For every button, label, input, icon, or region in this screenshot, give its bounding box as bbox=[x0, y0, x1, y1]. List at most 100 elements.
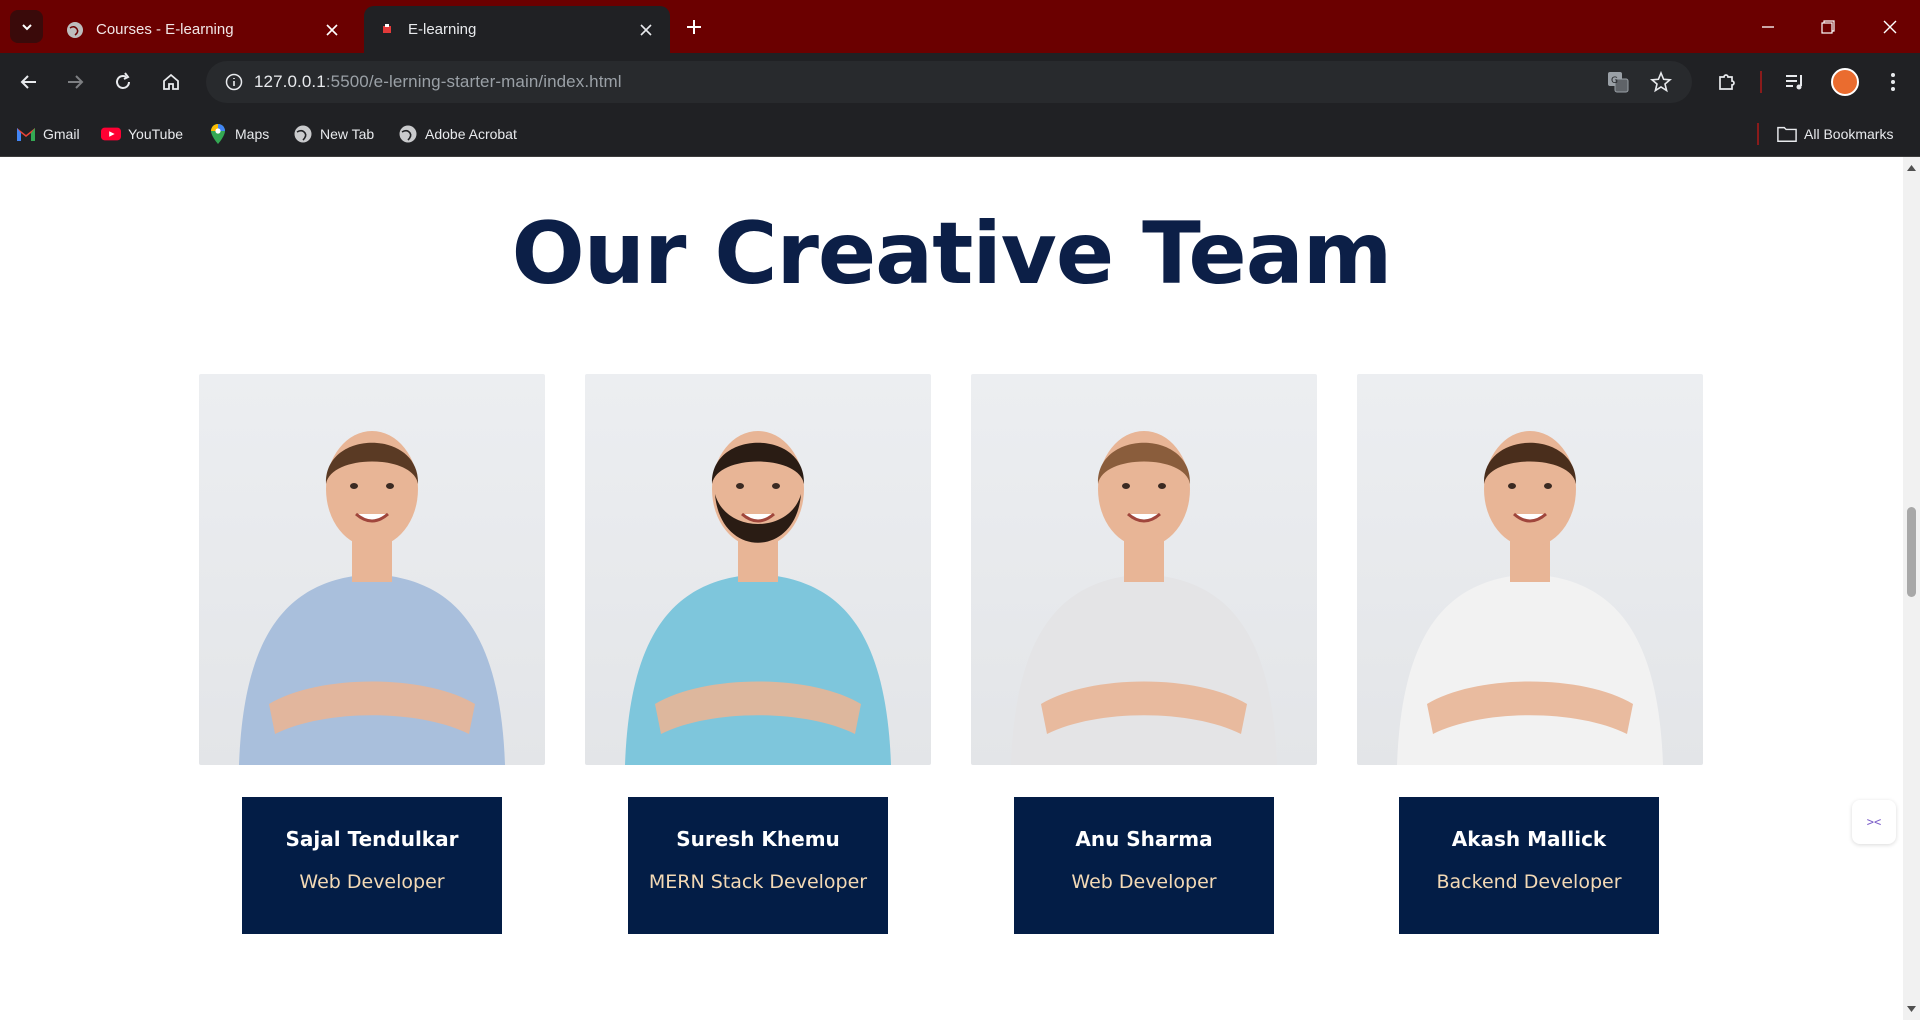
minimize-button[interactable] bbox=[1740, 0, 1796, 53]
address-bar[interactable]: 127.0.0.1:5500/e-lerning-starter-main/in… bbox=[206, 61, 1692, 103]
close-icon bbox=[1883, 20, 1897, 33]
bookmark-label: Adobe Acrobat bbox=[425, 126, 517, 142]
left-eye bbox=[1508, 483, 1516, 489]
restore-icon bbox=[1821, 19, 1835, 34]
new-tab-button[interactable] bbox=[680, 13, 708, 41]
team-member-card bbox=[199, 374, 545, 765]
restore-button[interactable] bbox=[1800, 0, 1856, 53]
tab-title: E-learning bbox=[408, 21, 477, 38]
globe-icon bbox=[398, 124, 418, 144]
member-role: MERN Stack Developer bbox=[648, 871, 868, 893]
svg-text:G: G bbox=[1611, 76, 1618, 86]
member-photo bbox=[1357, 374, 1703, 765]
reload-button[interactable] bbox=[108, 67, 138, 97]
all-bookmarks-button[interactable]: All Bookmarks bbox=[1777, 121, 1893, 147]
playlist-icon bbox=[1786, 75, 1802, 90]
tab-elearning[interactable]: E-learning bbox=[364, 6, 670, 53]
star-icon[interactable] bbox=[1650, 71, 1672, 93]
right-eye bbox=[1544, 483, 1552, 489]
close-icon[interactable] bbox=[636, 20, 656, 40]
member-info-box: Anu Sharma Web Developer bbox=[1014, 797, 1274, 934]
bookmarks-bar: Gmail YouTube Maps New Tab Adobe Acrobat… bbox=[0, 111, 1920, 157]
url-text[interactable]: 127.0.0.1:5500/e-lerning-starter-main/in… bbox=[254, 72, 622, 92]
tab-title: Courses - E-learning bbox=[96, 21, 234, 38]
tab-search-button[interactable] bbox=[10, 10, 43, 43]
left-eye bbox=[350, 483, 358, 489]
menu-button[interactable] bbox=[1878, 67, 1908, 97]
more-vert-icon bbox=[1891, 73, 1895, 91]
member-name: Suresh Khemu bbox=[676, 827, 840, 851]
member-photo bbox=[585, 374, 931, 765]
url-path: :5500/e-lerning-starter-main/index.html bbox=[325, 72, 622, 91]
arrow-right-icon bbox=[68, 75, 84, 89]
member-info-box: Akash Mallick Backend Developer bbox=[1399, 797, 1659, 934]
bookmark-label: YouTube bbox=[128, 126, 184, 142]
maps-icon bbox=[208, 124, 228, 144]
site-favicon-icon bbox=[378, 21, 396, 39]
home-button[interactable] bbox=[156, 67, 186, 97]
forward-button[interactable] bbox=[60, 67, 90, 97]
close-icon[interactable] bbox=[322, 20, 342, 40]
torso bbox=[239, 574, 505, 765]
all-bookmarks-label: All Bookmarks bbox=[1804, 126, 1894, 142]
toolbar-divider bbox=[1760, 71, 1762, 93]
folder-icon bbox=[1777, 124, 1797, 144]
person-illustration bbox=[1397, 431, 1663, 765]
person-illustration bbox=[625, 431, 891, 765]
plus-icon bbox=[687, 20, 701, 34]
right-eye bbox=[1158, 483, 1166, 489]
gmail-icon bbox=[16, 124, 36, 144]
team-member-card bbox=[585, 374, 931, 765]
person-illustration bbox=[239, 431, 505, 765]
bookmark-maps[interactable]: Maps bbox=[208, 121, 269, 147]
member-photo bbox=[971, 374, 1317, 765]
site-info-icon[interactable] bbox=[214, 73, 254, 91]
profile-avatar[interactable] bbox=[1831, 68, 1859, 96]
scroll-down-icon[interactable] bbox=[1907, 1005, 1916, 1014]
media-control-button[interactable] bbox=[1780, 67, 1810, 97]
member-photo bbox=[199, 374, 545, 765]
scroll-up-icon[interactable] bbox=[1907, 163, 1916, 172]
torso bbox=[1011, 574, 1277, 765]
puzzle-icon bbox=[1719, 74, 1735, 90]
globe-icon bbox=[66, 21, 84, 39]
bookmark-label: New Tab bbox=[320, 126, 375, 142]
page-scrollbar[interactable] bbox=[1903, 157, 1920, 1020]
member-name: Sajal Tendulkar bbox=[285, 827, 459, 851]
team-member-card bbox=[971, 374, 1317, 765]
page-content: Our Creative Team Sajal Tendulkar Web De… bbox=[0, 157, 1903, 1020]
home-icon bbox=[163, 73, 179, 90]
chevron-down-icon bbox=[21, 23, 32, 30]
scrollbar-thumb[interactable] bbox=[1907, 507, 1916, 597]
bookmark-label: Gmail bbox=[43, 126, 80, 142]
code-icon: >< bbox=[1866, 815, 1882, 829]
browser-toolbar: 127.0.0.1:5500/e-lerning-starter-main/in… bbox=[0, 53, 1920, 111]
member-info-box: Sajal Tendulkar Web Developer bbox=[242, 797, 502, 934]
back-button[interactable] bbox=[14, 67, 44, 97]
bookmark-gmail[interactable]: Gmail bbox=[16, 121, 80, 147]
globe-icon bbox=[293, 124, 313, 144]
member-role: Web Developer bbox=[299, 871, 445, 893]
left-eye bbox=[1122, 483, 1130, 489]
bookmark-new-tab[interactable]: New Tab bbox=[293, 121, 374, 147]
left-eye bbox=[736, 483, 744, 489]
bookmark-youtube[interactable]: YouTube bbox=[101, 121, 183, 147]
member-name: Akash Mallick bbox=[1451, 827, 1607, 851]
member-name: Anu Sharma bbox=[1075, 827, 1213, 851]
right-eye bbox=[772, 483, 780, 489]
arrow-left-icon bbox=[20, 75, 36, 89]
close-window-button[interactable] bbox=[1862, 0, 1918, 53]
url-host: 127.0.0.1 bbox=[254, 72, 326, 91]
devtools-widget-button[interactable]: >< bbox=[1852, 800, 1896, 844]
bookmark-label: Maps bbox=[235, 126, 270, 142]
member-role: Web Developer bbox=[1071, 871, 1217, 893]
section-heading: Our Creative Team bbox=[511, 204, 1393, 304]
team-member-card bbox=[1357, 374, 1703, 765]
tab-courses[interactable]: Courses - E-learning bbox=[52, 6, 356, 53]
member-info-box: Suresh Khemu MERN Stack Developer bbox=[628, 797, 888, 934]
bookmark-adobe-acrobat[interactable]: Adobe Acrobat bbox=[398, 121, 517, 147]
translate-icon[interactable]: G bbox=[1607, 71, 1629, 93]
extensions-button[interactable] bbox=[1712, 67, 1742, 97]
tab-strip: Courses - E-learning E-learning bbox=[0, 0, 1920, 53]
torso bbox=[625, 574, 891, 765]
